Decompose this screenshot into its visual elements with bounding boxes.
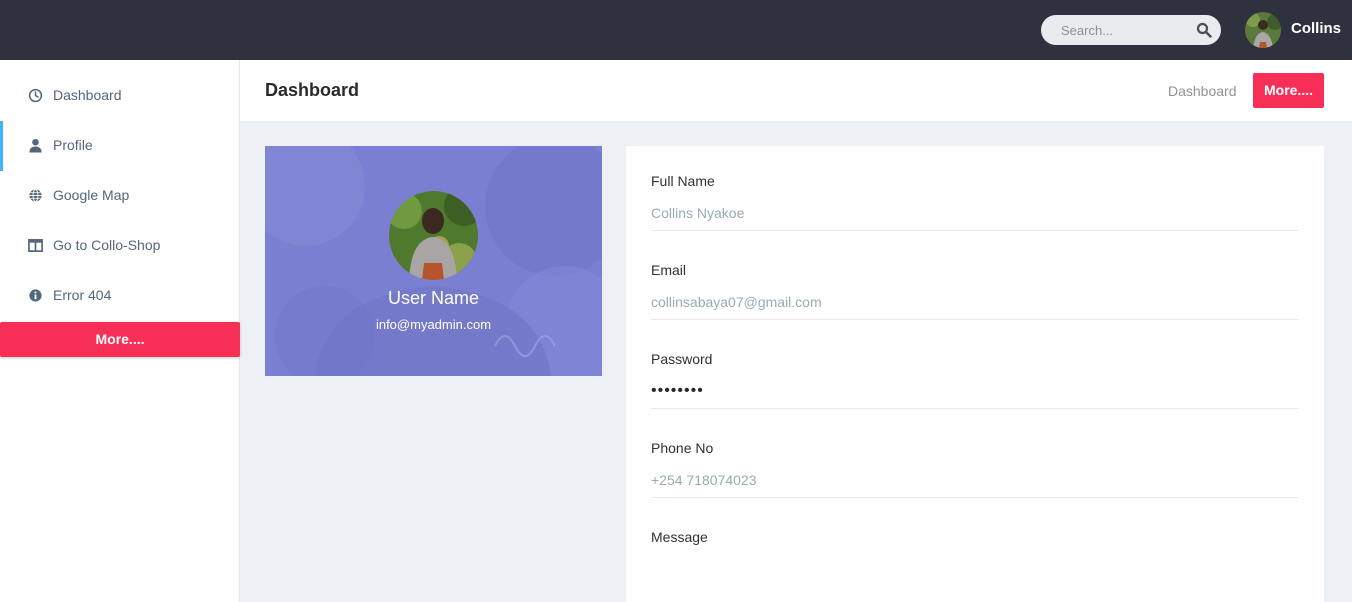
sidebar-item-label: Dashboard (53, 87, 122, 103)
sidebar-more-button[interactable]: More.... (0, 322, 240, 357)
profile-avatar (389, 191, 478, 280)
profile-email: info@myadmin.com (375, 317, 492, 332)
password-label: Password (651, 351, 713, 367)
phone-label: Phone No (651, 440, 714, 456)
sidebar-item-collo-shop[interactable]: Go to Collo-Shop (0, 221, 240, 271)
sidebar-item-label: Error 404 (53, 287, 112, 303)
sidebar-item-dashboard[interactable]: Dashboard (0, 71, 240, 121)
page-title: Dashboard (265, 80, 360, 100)
clock-icon (28, 88, 43, 103)
full-name-label: Full Name (651, 173, 715, 189)
page-header: Dashboard Dashboard More.... (240, 60, 1352, 121)
profile-card: User Name info@myadmin.com (265, 146, 602, 376)
search-box[interactable] (1041, 15, 1221, 45)
phone-input[interactable] (651, 462, 1299, 498)
email-input[interactable] (651, 284, 1299, 320)
message-label: Message (651, 529, 708, 545)
email-label: Email (651, 262, 687, 278)
profile-form: Full Name Email Password Phone No Messag… (626, 146, 1324, 602)
search-input[interactable] (1041, 15, 1191, 45)
columns-icon (28, 239, 43, 252)
sidebar-item-label: Go to Collo-Shop (53, 237, 161, 253)
breadcrumb[interactable]: Dashboard (1168, 83, 1237, 99)
full-name-input[interactable] (651, 195, 1299, 231)
info-circle-icon (29, 289, 42, 302)
avatar[interactable] (1245, 12, 1281, 48)
top-user-name[interactable]: Collins (1291, 20, 1341, 37)
globe-icon (29, 188, 42, 203)
topbar: Collins (0, 0, 1352, 60)
sidebar: Dashboard Profile Google Map Go to Collo… (0, 60, 240, 602)
search-icon[interactable] (1196, 22, 1212, 38)
sidebar-item-label: Profile (53, 137, 93, 153)
header-more-button[interactable]: More.... (1253, 73, 1324, 108)
password-input[interactable] (651, 373, 1299, 409)
sidebar-item-profile[interactable]: Profile (0, 121, 240, 171)
sidebar-item-google-map[interactable]: Google Map (0, 171, 240, 221)
user-icon (29, 138, 42, 153)
sidebar-item-error-404[interactable]: Error 404 (0, 271, 240, 321)
profile-name: User Name (387, 288, 480, 308)
sidebar-item-label: Google Map (53, 187, 130, 203)
